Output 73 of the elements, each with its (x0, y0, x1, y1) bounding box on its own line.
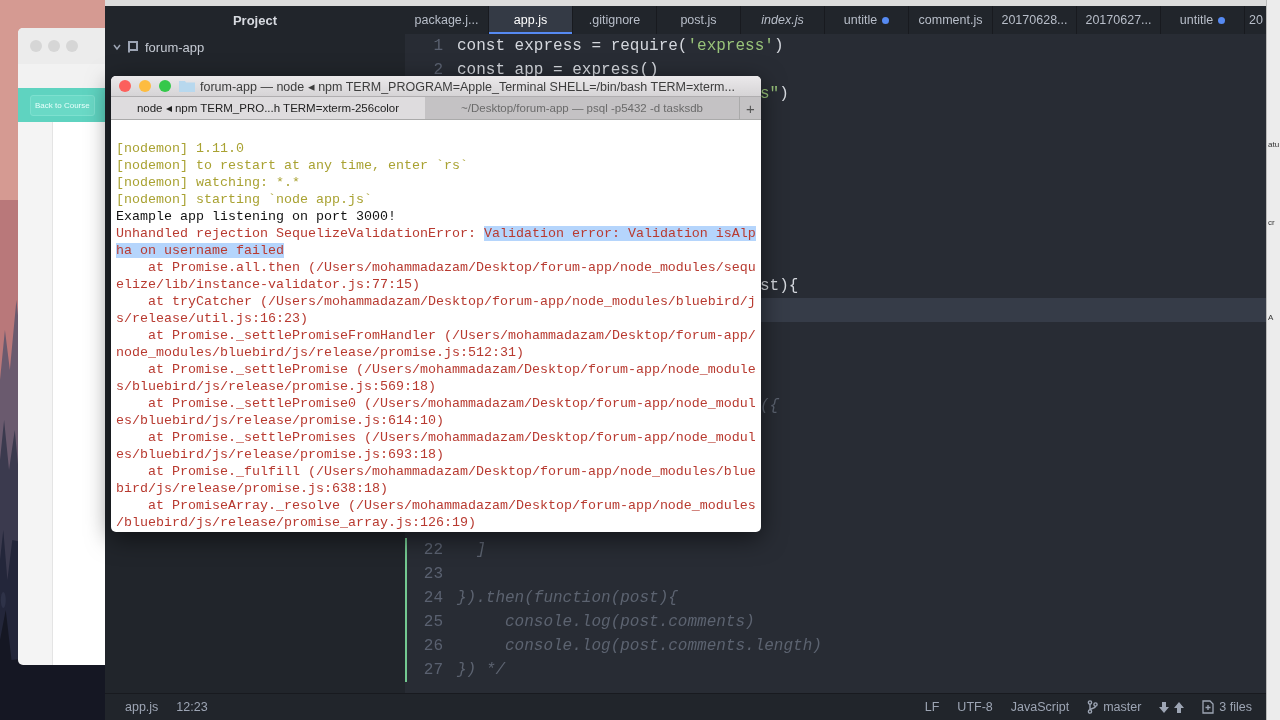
editor-tab[interactable]: app.js (489, 6, 573, 34)
chevron-icon[interactable] (113, 43, 121, 51)
terminal-line: Unhandled rejection SequelizeValidationError: Validation error: Validation isAlp (116, 225, 756, 242)
terminal-line: [nodemon] watching: *.* (116, 174, 301, 191)
line-number: 2 (433, 61, 443, 79)
editor-tab[interactable]: 20170627... (1077, 6, 1161, 34)
editor-tab[interactable]: untitle (1161, 6, 1245, 34)
code-line: }) */ (457, 661, 505, 679)
terminal-line: at Promise._fulfill (/Users/mohammadazam/Desktop/forum-app/node_modules/blue (147, 463, 756, 480)
terminal-line: at Promise.all.then (/Users/mohammadazam/Desktop/forum-app/node_modules/sequ (147, 259, 756, 276)
code-line: const app = express() (457, 61, 659, 79)
zoom-button[interactable] (159, 80, 171, 92)
terminal-line: at Promise._settlePromises (/Users/mohammadazam/Desktop/forum-app/node_modul (147, 429, 756, 446)
terminal-line: at Promise._settlePromiseFromHandler (/Users/mohammadazam/Desktop/forum-app/ (147, 327, 756, 344)
code-line: ({ (760, 397, 780, 415)
branch-icon (1087, 700, 1099, 714)
code-line: }).then(function(post){ (457, 589, 678, 607)
terminal-line: [nodemon] starting `node app.js` (116, 191, 373, 208)
line-number: 22 (423, 541, 443, 559)
grammar[interactable]: JavaScript (1010, 700, 1070, 714)
terminal-line: at Promise._settlePromise0 (/Users/mohammadazam/Desktop/forum-app/node_modul (147, 395, 756, 412)
code-line: st){ (760, 277, 799, 295)
minimize-button[interactable] (139, 80, 151, 92)
editor-tab[interactable]: index.js (741, 6, 825, 34)
terminal-line: es/bluebird/js/release/promise.js:693:18) (116, 446, 445, 463)
terminal-line: at tryCatcher (/Users/mohammadazam/Desktop/forum-app/node_modules/bluebird/j (147, 293, 756, 310)
folder-icon (179, 80, 195, 92)
code-line: const express = require('express') (457, 37, 784, 55)
line-ending[interactable]: LF (924, 700, 940, 714)
upload-arrow-icon[interactable] (1174, 701, 1185, 713)
window-title: forum-app — node ◂ npm TERM_PROGRAM=Apple_Terminal SHELL=/bin/bash TERM=xterm... (200, 78, 735, 94)
code-line: console.log(post.comments) (504, 613, 755, 631)
line-number: 27 (423, 661, 443, 679)
cursor-position[interactable]: 12:23 (176, 700, 208, 714)
close-button[interactable] (119, 80, 131, 92)
file-name[interactable]: app.js (125, 700, 159, 714)
terminal-line: es/bluebird/js/release/promise.js:614:10) (116, 412, 445, 429)
tree-item[interactable]: forum-app (145, 39, 205, 55)
encoding[interactable]: UTF-8 (957, 700, 993, 714)
changed-files[interactable]: 3 files (1219, 700, 1252, 714)
terminal-line: [nodemon] to restart at any time, enter `rs` (116, 157, 469, 174)
line-number: 23 (423, 565, 443, 583)
cut-off-text: atu (1268, 140, 1280, 149)
editor-tab[interactable]: untitle (825, 6, 909, 34)
file-icon (1202, 700, 1215, 714)
terminal-tab[interactable]: node ◂ npm TERM_PRO...h TERM=xterm-256color (111, 97, 425, 119)
terminal-line: [nodemon] 1.11.0 (116, 140, 245, 157)
editor-tab[interactable]: post.js (657, 6, 741, 34)
terminal-line: s/release/util.js:16:23) (116, 310, 309, 327)
code-line: console.log(post.comments.length) (504, 637, 822, 655)
editor-tab[interactable]: comment.js (909, 6, 993, 34)
git-branch[interactable]: master (1103, 700, 1142, 714)
line-number: 24 (423, 589, 443, 607)
line-number: 26 (423, 637, 443, 655)
terminal-line: node_modules/bluebird/js/release/promise.js:512:31) (116, 344, 525, 361)
cut-off-text: cr (1268, 218, 1275, 227)
terminal-line: s/bluebird/js/release/promise.js:569:18) (116, 378, 437, 395)
cut-off-text: A (1268, 313, 1274, 322)
terminal-line: /bluebird/js/release/promise_array.js:126:19) (116, 514, 477, 531)
repo-icon (127, 40, 139, 54)
terminal-line: Example app listening on port 3000! (116, 208, 397, 225)
editor-tab[interactable]: .gitignore (573, 6, 657, 34)
editor-tab[interactable]: 20170628... (993, 6, 1077, 34)
code-line: s") (760, 85, 789, 103)
terminal-line: at Promise._settlePromise (/Users/mohammadazam/Desktop/forum-app/node_module (147, 361, 756, 378)
terminal-line: elize/lib/instance-validator.js:77:15) (116, 276, 421, 293)
terminal-line: bird/js/release/promise.js:638:18) (116, 480, 389, 497)
sidebar-title: Project (232, 12, 278, 28)
terminal-line: at PromiseArray._resolve (/Users/mohammadazam/Desktop/forum-app/node_modules (147, 497, 756, 514)
line-number: 25 (423, 613, 443, 631)
code-line: ] (475, 541, 486, 559)
line-number: 1 (433, 37, 443, 55)
download-arrow-icon[interactable] (1159, 701, 1170, 713)
